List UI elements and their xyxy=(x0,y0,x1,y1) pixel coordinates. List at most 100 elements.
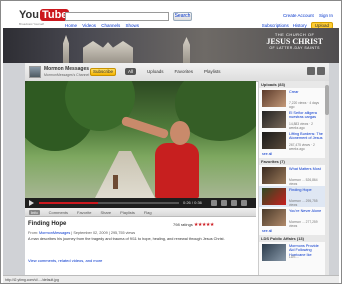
channel-avatar[interactable] xyxy=(29,66,41,78)
lds-header[interactable]: LDS Public Affairs (13) xyxy=(259,235,329,242)
page-background-left xyxy=(3,63,25,275)
favorite-button[interactable]: Favorite xyxy=(77,210,91,215)
temple-spire xyxy=(63,35,69,63)
search-input[interactable] xyxy=(65,12,169,21)
grid-view-icon[interactable] xyxy=(307,67,315,75)
comments-tab[interactable]: Comments xyxy=(49,210,68,215)
list-item-meta: 14,883 views · 2 weeks ago xyxy=(289,122,314,130)
hd-icon[interactable] xyxy=(221,200,227,206)
church-logo: THE CHURCH OF JESUS CHRIST OF LATTER-DAY… xyxy=(266,32,323,50)
list-item[interactable]: Crear 7,220 views · 4 days ago xyxy=(259,88,329,109)
playlists-button[interactable]: Playlists xyxy=(120,210,135,215)
channel-link[interactable]: MormonMessages xyxy=(39,231,70,235)
list-item-title[interactable]: El Señor alligera nuestras cargas xyxy=(289,111,323,120)
share-button[interactable]: Share xyxy=(100,210,111,215)
logo-tagline: Broadcast Yourself xyxy=(19,22,45,26)
church-logo-line3: OF LATTER-DAY SAINTS xyxy=(269,46,320,50)
video-frame xyxy=(25,81,256,198)
top-bar: You Tube Broadcast Yourself Search Home V… xyxy=(3,3,339,29)
video-thumbnail[interactable] xyxy=(262,132,286,149)
temple-building xyxy=(83,41,133,63)
channel-tabs: All Uploads Favorites Playlists xyxy=(125,68,221,75)
play-icon[interactable] xyxy=(29,200,34,206)
list-item-meta: 7,220 views · 4 days ago xyxy=(289,101,320,109)
search-button[interactable]: Search xyxy=(173,12,192,21)
video-thumbnail[interactable] xyxy=(262,111,286,128)
scrollbar-thumb[interactable] xyxy=(325,85,329,115)
ratings-count: 798 ratings xyxy=(173,222,193,227)
list-item-meta: LDS ... xyxy=(289,255,300,259)
tab-uploads[interactable]: Uploads xyxy=(147,69,164,74)
list-item[interactable]: Finding Hope Mormon ... 295,755 views xyxy=(259,186,329,207)
video-description: A man describes his journey from the tra… xyxy=(28,237,225,241)
video-thumbnail[interactable] xyxy=(262,90,286,107)
channel-playlist-panel: Uploads (83) Crear 7,220 views · 4 days … xyxy=(258,81,329,275)
list-item-meta: Mormon ... 277,259 views xyxy=(289,220,318,228)
list-view-icon[interactable] xyxy=(317,67,325,75)
favorites-header[interactable]: Favorites (7) xyxy=(259,158,329,165)
browser-status-bar: http://i2.ytimg.com/vi/..../default.jpg xyxy=(3,275,339,283)
youtube-logo[interactable]: You Tube xyxy=(19,9,70,22)
church-logo-line2: JESUS CHRIST xyxy=(266,37,323,46)
list-item-title[interactable]: What Matters Most xyxy=(289,167,323,171)
uploads-header[interactable]: Uploads (83) xyxy=(259,81,329,88)
info-tab[interactable]: Info xyxy=(29,209,40,215)
view-toggle xyxy=(307,67,325,75)
list-item-title[interactable]: Finding Hope xyxy=(289,188,323,192)
from-label: From: xyxy=(28,231,38,235)
list-item-title[interactable]: Crear xyxy=(289,90,323,94)
channel-name[interactable]: Mormon Messages xyxy=(44,66,89,72)
see-all-link[interactable]: see all xyxy=(259,228,329,235)
list-item[interactable]: What Matters Most Mormon ... 526,864 vie… xyxy=(259,165,329,186)
tab-all[interactable]: All xyxy=(125,68,137,75)
tab-favorites[interactable]: Favorites xyxy=(175,69,194,74)
create-account-link[interactable]: Create Account xyxy=(283,13,314,18)
man-arm xyxy=(120,115,170,140)
list-item[interactable]: Mormons Provide Aid Following Hurricane … xyxy=(259,242,329,263)
walking-figure xyxy=(113,175,118,189)
man-red-shirt xyxy=(155,143,199,198)
list-item[interactable]: El Señor alligera nuestras cargas 14,883… xyxy=(259,109,329,130)
player-controls: 0:26 / 0:36 xyxy=(25,198,256,208)
more-link[interactable]: View comments, related videos, and more xyxy=(28,258,102,263)
video-thumbnail[interactable] xyxy=(262,209,286,226)
man-head xyxy=(170,121,190,145)
star-rating-icon[interactable]: ★★★★★ xyxy=(194,222,214,228)
channel-header: Mormon Messages MormonMessages's Channel… xyxy=(25,63,329,82)
list-item-meta: Mormon ... 526,864 views xyxy=(289,178,318,186)
video-thumbnail[interactable] xyxy=(262,188,286,205)
channel-banner: THE CHURCH OF JESUS CHRIST OF LATTER-DAY… xyxy=(3,28,339,63)
time-display: 0:26 / 0:36 xyxy=(183,200,202,205)
list-item[interactable]: Lifting Burdens: The Atonement of Jesus … xyxy=(259,130,329,151)
subscribe-button[interactable]: Subscribe xyxy=(90,68,116,76)
video-info: Finding Hope 798 ratings ★★★★★ From: Mor… xyxy=(25,217,256,275)
see-all-link[interactable]: see all xyxy=(259,151,329,158)
progress-bar[interactable] xyxy=(39,202,179,204)
video-stats: | September 02, 2009 | 295,755 views xyxy=(71,231,136,235)
browser-window: You Tube Broadcast Yourself Search Home V… xyxy=(0,0,342,284)
flag-button[interactable]: Flag xyxy=(144,210,152,215)
list-item-title[interactable]: Lifting Burdens: The Atonement of Jesus xyxy=(289,132,323,141)
video-title: Finding Hope xyxy=(28,221,67,227)
account-links: Create Account Sign In xyxy=(279,13,333,18)
fullscreen-icon[interactable] xyxy=(241,200,247,206)
temple-spire xyxy=(183,37,190,63)
list-item-meta: 267,475 views · 2 weeks ago xyxy=(289,143,315,151)
video-thumbnail[interactable] xyxy=(262,244,286,261)
video-player[interactable]: 0:26 / 0:36 xyxy=(25,81,256,208)
list-item-title[interactable]: You're Never Alone xyxy=(289,209,323,213)
garden-path xyxy=(95,151,155,198)
video-thumbnail[interactable] xyxy=(262,167,286,184)
list-item[interactable]: You're Never Alone Mormon ... 277,259 vi… xyxy=(259,207,329,228)
list-item-meta: Mormon ... 295,755 views xyxy=(289,199,318,207)
sign-in-link[interactable]: Sign In xyxy=(319,13,333,18)
progress-fill xyxy=(39,202,98,204)
logo-you: You xyxy=(19,9,39,21)
video-byline: From: MormonMessages | September 02, 200… xyxy=(28,231,135,235)
panel-scrollbar[interactable] xyxy=(325,81,329,275)
page-background-right xyxy=(329,63,339,275)
volume-icon[interactable] xyxy=(211,200,217,206)
popout-icon[interactable] xyxy=(231,200,237,206)
video-actions: Info Comments Favorite Share Playlists F… xyxy=(25,208,256,217)
tab-playlists[interactable]: Playlists xyxy=(204,69,221,74)
